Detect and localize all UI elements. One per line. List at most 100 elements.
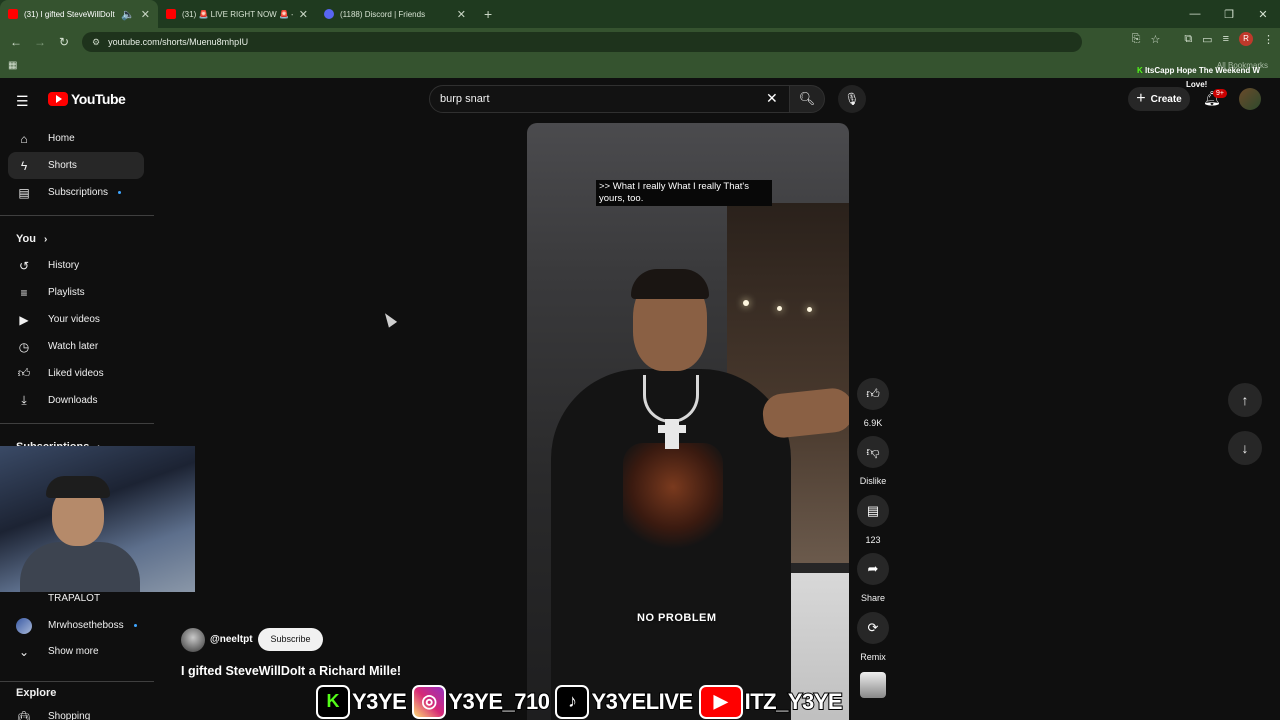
cast-icon[interactable]: ▭ bbox=[1202, 33, 1212, 46]
close-tab-icon[interactable]: ✕ bbox=[299, 8, 308, 21]
minimize-icon[interactable]: — bbox=[1178, 8, 1212, 20]
ceiling-light bbox=[777, 306, 782, 311]
sidebar-item-downloads[interactable]: ⤓ Downloads bbox=[0, 387, 154, 414]
video-title[interactable]: I gifted SteveWillDoIt a Richard Mille! bbox=[181, 664, 401, 678]
closed-caption: >> What I really What I really That's yo… bbox=[596, 180, 772, 206]
sidebar-item-shorts[interactable]: ϟ Shorts bbox=[8, 152, 144, 179]
divider bbox=[0, 215, 154, 216]
sidebar-sub-trapalot[interactable]: TRAPALOT bbox=[0, 585, 154, 612]
sidebar-item-label: History bbox=[48, 260, 80, 271]
kick-small-icon: K bbox=[1137, 66, 1143, 75]
url-text: youtube.com/shorts/Muenu8mhpIU bbox=[108, 37, 249, 47]
sidebar-you-heading[interactable]: You › bbox=[0, 226, 154, 252]
playlists-icon: ≡ bbox=[20, 285, 28, 300]
social-tiktok: ♪ Y3YELIVE bbox=[555, 683, 694, 720]
sidebar-item-shopping[interactable]: 👜︎ Shopping bbox=[0, 703, 154, 720]
social-youtube: ▶ ITZ_Y3YE bbox=[698, 683, 844, 720]
window-controls: — ❐ ✕ bbox=[1178, 0, 1280, 28]
profile-avatar[interactable]: R bbox=[1239, 32, 1253, 46]
subscribe-button[interactable]: Subscribe bbox=[258, 628, 323, 651]
sidebar-item-label: Show more bbox=[48, 646, 99, 657]
address-bar-row: ← → ↻ ⚙ youtube.com/shorts/Muenu8mhpIU ⎘… bbox=[0, 28, 1280, 56]
sidebar-item-liked-videos[interactable]: 👍︎ Liked videos bbox=[0, 360, 154, 387]
account-avatar[interactable] bbox=[1239, 88, 1261, 110]
back-icon[interactable]: ← bbox=[4, 35, 28, 49]
sidebar-show-more[interactable]: ⌄ Show more bbox=[0, 638, 154, 665]
webcam-hat bbox=[46, 476, 110, 498]
sidebar-item-your-videos[interactable]: ▶ Your videos bbox=[0, 306, 154, 333]
hamburger-menu-icon[interactable]: ☰ bbox=[16, 93, 29, 110]
channel-avatar[interactable] bbox=[181, 628, 205, 652]
channel-name[interactable]: @neeltpt bbox=[210, 634, 253, 645]
site-info-icon[interactable]: ⚙ bbox=[92, 37, 100, 48]
sidebar-item-label: Watch later bbox=[48, 341, 99, 352]
previous-short-button[interactable]: ↑ bbox=[1228, 383, 1262, 417]
bookmark-star-icon[interactable]: ☆ bbox=[1150, 33, 1160, 46]
shopping-bag-icon: 👜︎ bbox=[16, 709, 32, 720]
ticker-brand: ItsCapp bbox=[1145, 66, 1175, 75]
sidebar-item-playlists[interactable]: ≡ Playlists bbox=[0, 279, 154, 306]
tiktok-logo-icon: ♪ bbox=[555, 684, 590, 719]
apps-grid-icon[interactable]: ▦ bbox=[8, 60, 17, 71]
your-videos-icon: ▶ bbox=[19, 312, 29, 327]
like-button[interactable]: 👍︎ bbox=[857, 378, 889, 410]
url-bar[interactable]: ⚙ youtube.com/shorts/Muenu8mhpIU bbox=[82, 32, 1082, 52]
sidebar-item-label: Subscriptions bbox=[48, 187, 109, 198]
forward-icon[interactable]: → bbox=[28, 35, 52, 49]
remix-icon: ⟳ bbox=[867, 620, 879, 635]
channel-avatar bbox=[16, 591, 32, 607]
divider bbox=[0, 423, 154, 424]
watch-later-icon: ◷ bbox=[18, 339, 30, 354]
close-window-icon[interactable]: ✕ bbox=[1246, 8, 1280, 21]
sidebar-item-history[interactable]: ↺ History bbox=[0, 252, 154, 279]
new-tab-icon[interactable]: + bbox=[484, 6, 492, 22]
liked-videos-icon: 👍︎ bbox=[17, 366, 31, 380]
ceiling-light bbox=[743, 300, 749, 306]
comment-count: 123 bbox=[865, 535, 881, 545]
sidebar-item-home[interactable]: ⌂ Home bbox=[0, 125, 154, 152]
downloads-icon: ⤓ bbox=[21, 393, 27, 407]
remix-label: Remix bbox=[860, 652, 886, 662]
dislike-button[interactable]: 👎︎ bbox=[857, 436, 889, 468]
sidebar-item-watch-later[interactable]: ◷ Watch later bbox=[0, 333, 154, 360]
screen: (31) I gifted SteveWillDoIt a 🔈 ✕ (31) 🚨… bbox=[0, 0, 1280, 720]
you-heading-label: You bbox=[16, 233, 36, 245]
share-action: ➦ Share bbox=[856, 553, 890, 603]
sidebar-item-subscriptions[interactable]: ▤ Subscriptions bbox=[0, 179, 154, 206]
search-input[interactable]: burp snart bbox=[429, 85, 790, 113]
restore-icon[interactable]: ❐ bbox=[1212, 8, 1246, 21]
shorts-video-player[interactable] bbox=[527, 123, 849, 720]
mouse-cursor bbox=[380, 310, 398, 328]
close-tab-icon[interactable]: ✕ bbox=[457, 8, 466, 21]
reload-icon[interactable]: ↻ bbox=[52, 35, 76, 49]
menu-kebab-icon[interactable]: ⋮ bbox=[1263, 33, 1274, 46]
close-tab-icon[interactable]: ✕ bbox=[141, 8, 150, 21]
clear-search-icon[interactable]: ✕ bbox=[766, 90, 778, 107]
search-button[interactable]: 🔍︎ bbox=[789, 85, 825, 113]
voice-search-button[interactable]: 🎙︎ bbox=[838, 85, 866, 113]
browser-tab-1[interactable]: (31) I gifted SteveWillDoIt a 🔈 ✕ bbox=[0, 0, 158, 28]
youtube-header: ☰ YouTube burp snart ✕ 🔍︎ 🎙︎ + Create 🔔︎… bbox=[0, 81, 1280, 119]
browser-tab-3[interactable]: (1188) Discord | Friends ✕ bbox=[316, 0, 474, 28]
video-person-hair bbox=[631, 269, 709, 299]
sidebar-sub-mrwhosetheboss[interactable]: Mrwhosetheboss bbox=[0, 612, 154, 639]
browser-tab-2[interactable]: (31) 🚨 LIVE RIGHT NOW 🚨 - ✕ bbox=[158, 0, 316, 28]
streamer-webcam-overlay bbox=[0, 446, 195, 592]
youtube-logo[interactable]: YouTube bbox=[48, 91, 126, 107]
sound-thumbnail[interactable] bbox=[860, 672, 886, 698]
install-app-icon[interactable]: ⎘ bbox=[1132, 33, 1141, 46]
comments-button[interactable]: ▤ bbox=[857, 495, 889, 527]
sidebar-item-label: Playlists bbox=[48, 287, 85, 298]
next-short-button[interactable]: ↓ bbox=[1228, 431, 1262, 465]
ticker-text: Hope The Weekend W bbox=[1176, 66, 1261, 75]
extensions-icon[interactable]: ⧉ bbox=[1184, 33, 1192, 46]
create-button[interactable]: + Create bbox=[1128, 87, 1190, 111]
share-button[interactable]: ➦ bbox=[857, 553, 889, 585]
home-icon: ⌂ bbox=[20, 131, 28, 146]
dislike-action: 👎︎ Dislike bbox=[856, 436, 890, 486]
social-kick: K Y3YE bbox=[316, 683, 408, 720]
media-icon[interactable]: ≡ bbox=[1223, 33, 1229, 45]
new-content-dot bbox=[118, 191, 122, 194]
remix-button[interactable]: ⟳ bbox=[857, 612, 889, 644]
speaker-icon[interactable]: 🔈 bbox=[121, 8, 135, 21]
